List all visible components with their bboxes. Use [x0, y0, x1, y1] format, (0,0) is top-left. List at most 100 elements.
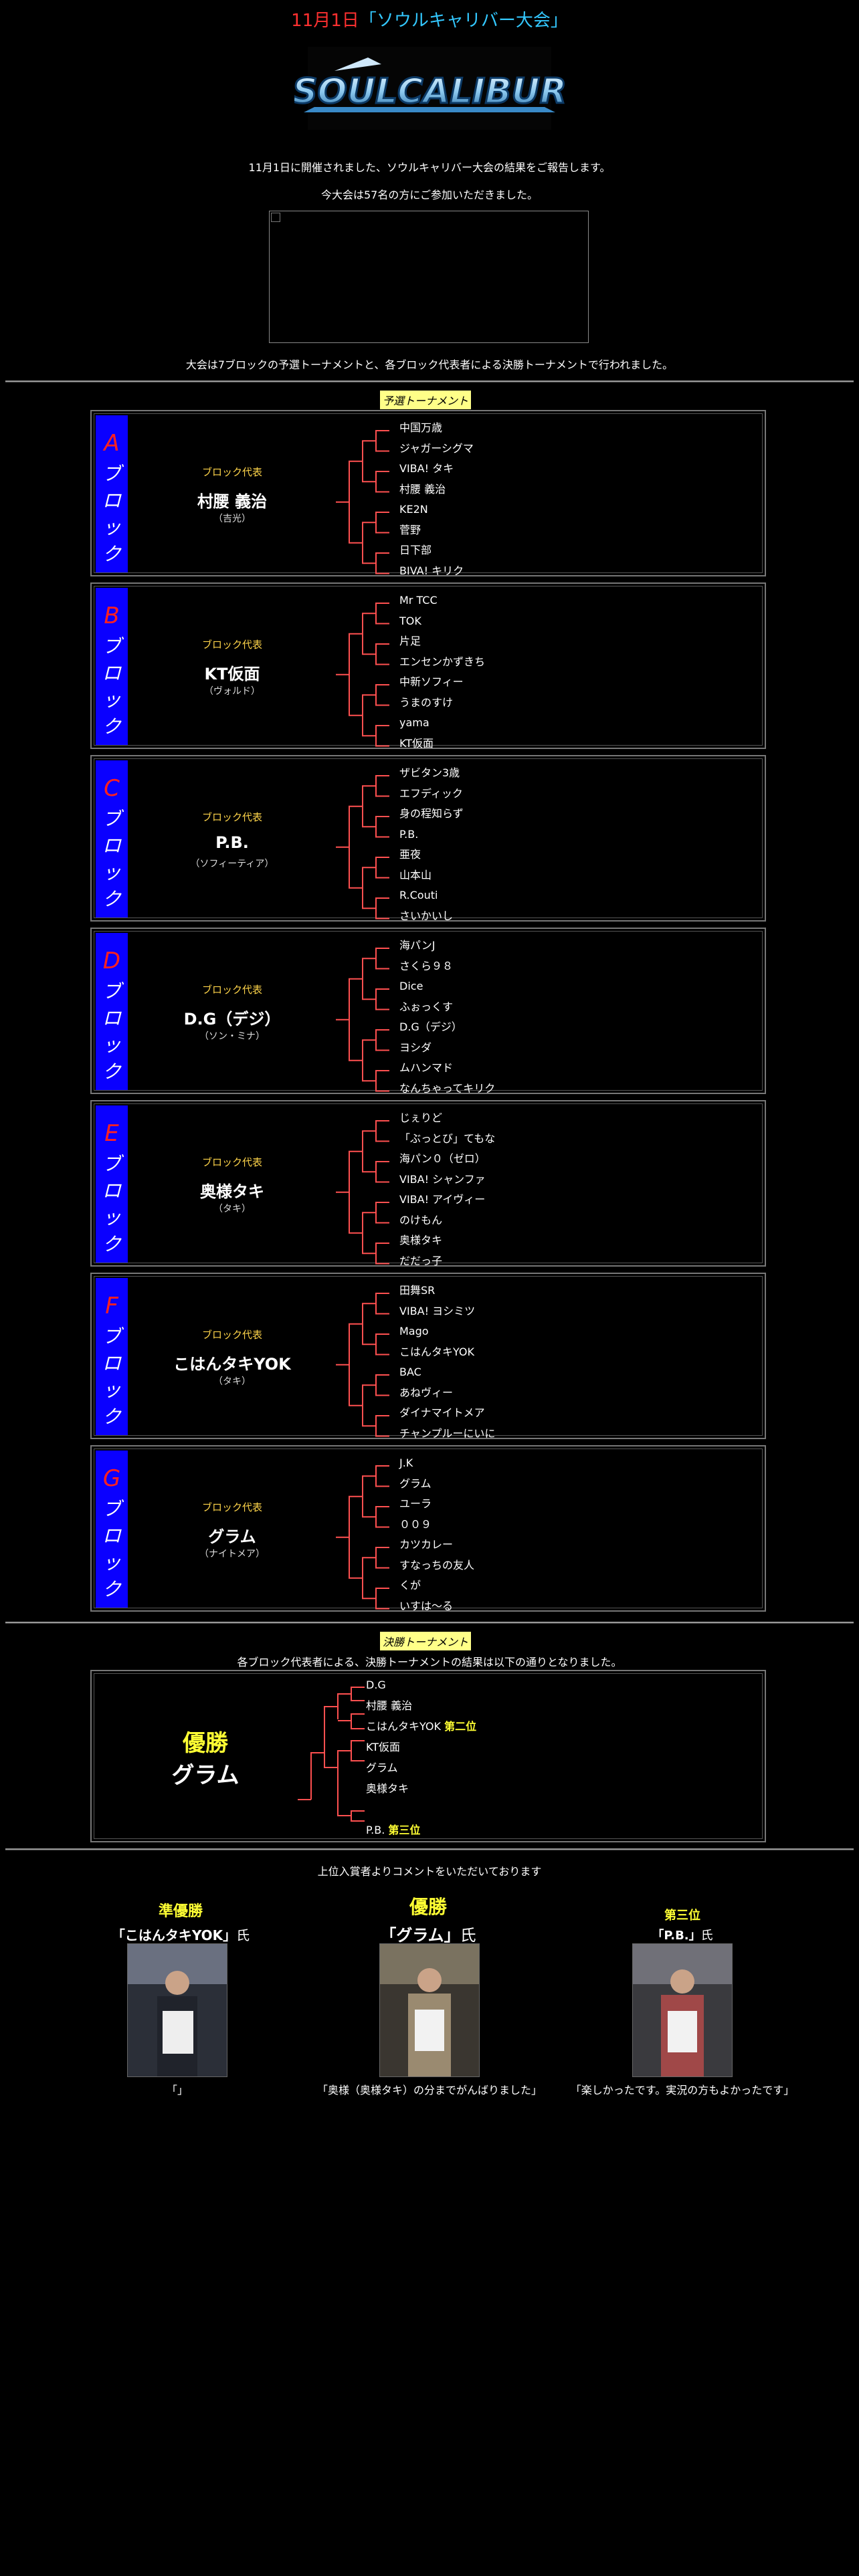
- soulcalibur-logo: SOULCALIBUR: [292, 41, 567, 135]
- block-player-list: 田舞SR VIBA! ヨシミツ Mago こはんタキYOK BAC あねヴィー ダイナマイト…: [399, 1281, 667, 1444]
- winner-name: グラム: [171, 1762, 240, 1789]
- second-place-photo: [127, 1943, 227, 2077]
- block-rep-name: 村腰 義治: [197, 492, 268, 511]
- final-player-name: P.B.: [366, 1824, 385, 1836]
- block-letter-bar: Cブロック: [96, 760, 128, 918]
- block-player-list: じぇりど 「ぶっとび」てもな 海パン０（ゼロ） VIBA! シャンファ VIBA! アイ…: [399, 1108, 667, 1271]
- block-rep-name: グラム: [208, 1527, 256, 1546]
- block-rep-name: KT仮面: [204, 665, 260, 683]
- first-place-rank: 優勝: [409, 1896, 447, 1918]
- player-name: 中国万歳: [399, 421, 443, 434]
- block-kana-char: ロ: [102, 1352, 121, 1374]
- final-player: 村腰 義治: [366, 1695, 647, 1716]
- player-name: D.G（デジ）: [399, 1021, 462, 1033]
- player-name: 「ぶっとび」てもな: [399, 1132, 496, 1145]
- player-name: エフディック: [399, 786, 463, 800]
- page-title: 11月1日「ソウルキャリバー大会」: [0, 7, 859, 31]
- block-f: F ブロックブロック代表 こはんタキYOK （タキ） 田舞SR VIBA! ヨシミツ Mag…: [90, 1273, 766, 1440]
- first-place-photo: [379, 1943, 480, 2077]
- player-name: Dice: [399, 980, 423, 992]
- final-player: KT仮面: [366, 1737, 647, 1757]
- final-player-list: D.G 村腰 義治 こはんタキYOK 第二位 KT仮面 グラム 奥様タキ P.B.…: [366, 1675, 647, 1840]
- player-name: 中新ソフィー: [399, 675, 464, 688]
- second-place-comment: 「」: [166, 2084, 188, 2097]
- player-name: Mr TCC: [399, 594, 438, 607]
- block-kana-char: ブ: [102, 1325, 121, 1348]
- player-name: TOK: [399, 614, 421, 627]
- block-rep-character: （吉光）: [213, 514, 251, 524]
- block-letter-bar: Aブロック: [96, 415, 128, 572]
- final-player-name: 奥様タキ: [366, 1782, 409, 1795]
- final-player-name: D.G: [366, 1679, 386, 1691]
- block-rep-label: ブロック代表: [201, 984, 262, 996]
- broken-image-icon: [271, 213, 280, 222]
- block-kana-char: ブ: [102, 463, 121, 485]
- block-kana: ブロック: [96, 1151, 128, 1258]
- first-place-name: 「グラム」: [380, 1926, 460, 1945]
- second-place-name: 「こはんタキYOK」: [111, 1927, 237, 1943]
- player-name: BIVA! キリク: [399, 564, 464, 577]
- block-kana-char: ッ: [102, 516, 121, 538]
- block-kana-char: ク: [102, 1578, 121, 1600]
- block-bracket: [336, 775, 389, 920]
- block-kana: ブロック: [96, 461, 128, 568]
- block-rep-character: （タキ）: [213, 1376, 251, 1387]
- player-name: ムハンマド: [399, 1061, 454, 1074]
- block-kana-char: ク: [102, 1061, 121, 1083]
- block-letter: B: [104, 603, 120, 629]
- final-tournament: 優勝 グラム D.G 村腰 義治 こはんタキYOK 第二位 KT仮面 グラム 奥様…: [90, 1670, 766, 1842]
- second-place-rank: 準優勝: [158, 1903, 203, 1920]
- player-name: なんちゃってキリク: [399, 1081, 496, 1095]
- block-kana-char: ブ: [102, 808, 121, 830]
- player-name: 亜夜: [399, 848, 421, 861]
- block-letter-bar: Fブロック: [96, 1278, 128, 1435]
- player-name: こはんタキYOK: [399, 1345, 474, 1358]
- block-kana: ブロック: [96, 633, 128, 740]
- player-name: VIBA! タキ: [399, 462, 454, 475]
- block-kana-char: ブ: [102, 1498, 121, 1520]
- block-player-list: 中国万歳 ジャガーシグマ VIBA! タキ 村腰 義治 KE2N 菅野 日下部 BIVA! キ…: [399, 418, 667, 581]
- block-rep-label: ブロック代表: [201, 1501, 262, 1513]
- block-kana-char: ロ: [102, 835, 121, 857]
- first-place-section: 優勝 「グラム」氏: [348, 1893, 508, 1945]
- block-kana-char: ッ: [102, 1551, 121, 1574]
- block-rep-name: 奥様タキ: [200, 1182, 264, 1201]
- block-bracket: [336, 1465, 389, 1610]
- player-name: 海パン０（ゼロ）: [399, 1152, 486, 1165]
- block-letter: F: [105, 1293, 118, 1319]
- qualifier-tag: 予選トーナメント: [380, 391, 472, 409]
- block-kana-char: ッ: [102, 1206, 121, 1228]
- block-kana-char: ロ: [102, 490, 121, 512]
- divider: [5, 1622, 854, 1624]
- final-player-name: 村腰 義治: [366, 1699, 413, 1712]
- block-rep-name: P.B.: [215, 833, 249, 852]
- player-name: 田舞SR: [399, 1284, 436, 1297]
- block-kana-char: ッ: [102, 1379, 121, 1401]
- player-name: ザビタン3歳: [399, 766, 460, 779]
- block-kana-char: ッ: [102, 861, 121, 883]
- player-name: じぇりど: [399, 1111, 443, 1124]
- block-rep-name: こはんタキYOK: [173, 1355, 291, 1374]
- player-name: 山本山: [399, 868, 432, 881]
- second-place-suffix: 氏: [236, 1927, 250, 1943]
- final-player-name: KT仮面: [366, 1741, 401, 1753]
- block-letter: D: [102, 948, 121, 974]
- player-name: さいかいし: [399, 909, 454, 922]
- final-player: D.G: [366, 1675, 647, 1695]
- third-place-suffix: 氏: [700, 1929, 713, 1943]
- player-name: エンセンかずきち: [399, 655, 486, 668]
- block-kana-char: ブ: [102, 1153, 121, 1175]
- block-rep-character: （ナイトメア）: [199, 1549, 265, 1560]
- player-name: ００９: [399, 1517, 432, 1531]
- block-player-list: Mr TCC TOK 片足 エンセンかずきち 中新ソフィー うまのすけ yama KT仮面: [399, 591, 667, 754]
- block-rep-character: （ソン・ミナ）: [199, 1031, 265, 1042]
- block-e: E ブロックブロック代表 奥様タキ （タキ） じぇりど 「ぶっとび」てもな 海パン０（ゼロ）…: [90, 1100, 766, 1267]
- third-place-section: 第三位 「P.B.」氏: [602, 1906, 763, 1943]
- block-rep-name: D.G（デジ）: [183, 1010, 281, 1029]
- player-name: グラム: [399, 1477, 432, 1490]
- final-bracket: [298, 1687, 365, 1822]
- player-name: P.B.: [399, 827, 419, 841]
- block-rep-character: （タキ）: [213, 1204, 251, 1214]
- third-place-name: 「P.B.」: [652, 1929, 701, 1943]
- player-name: 奥様タキ: [399, 1234, 443, 1247]
